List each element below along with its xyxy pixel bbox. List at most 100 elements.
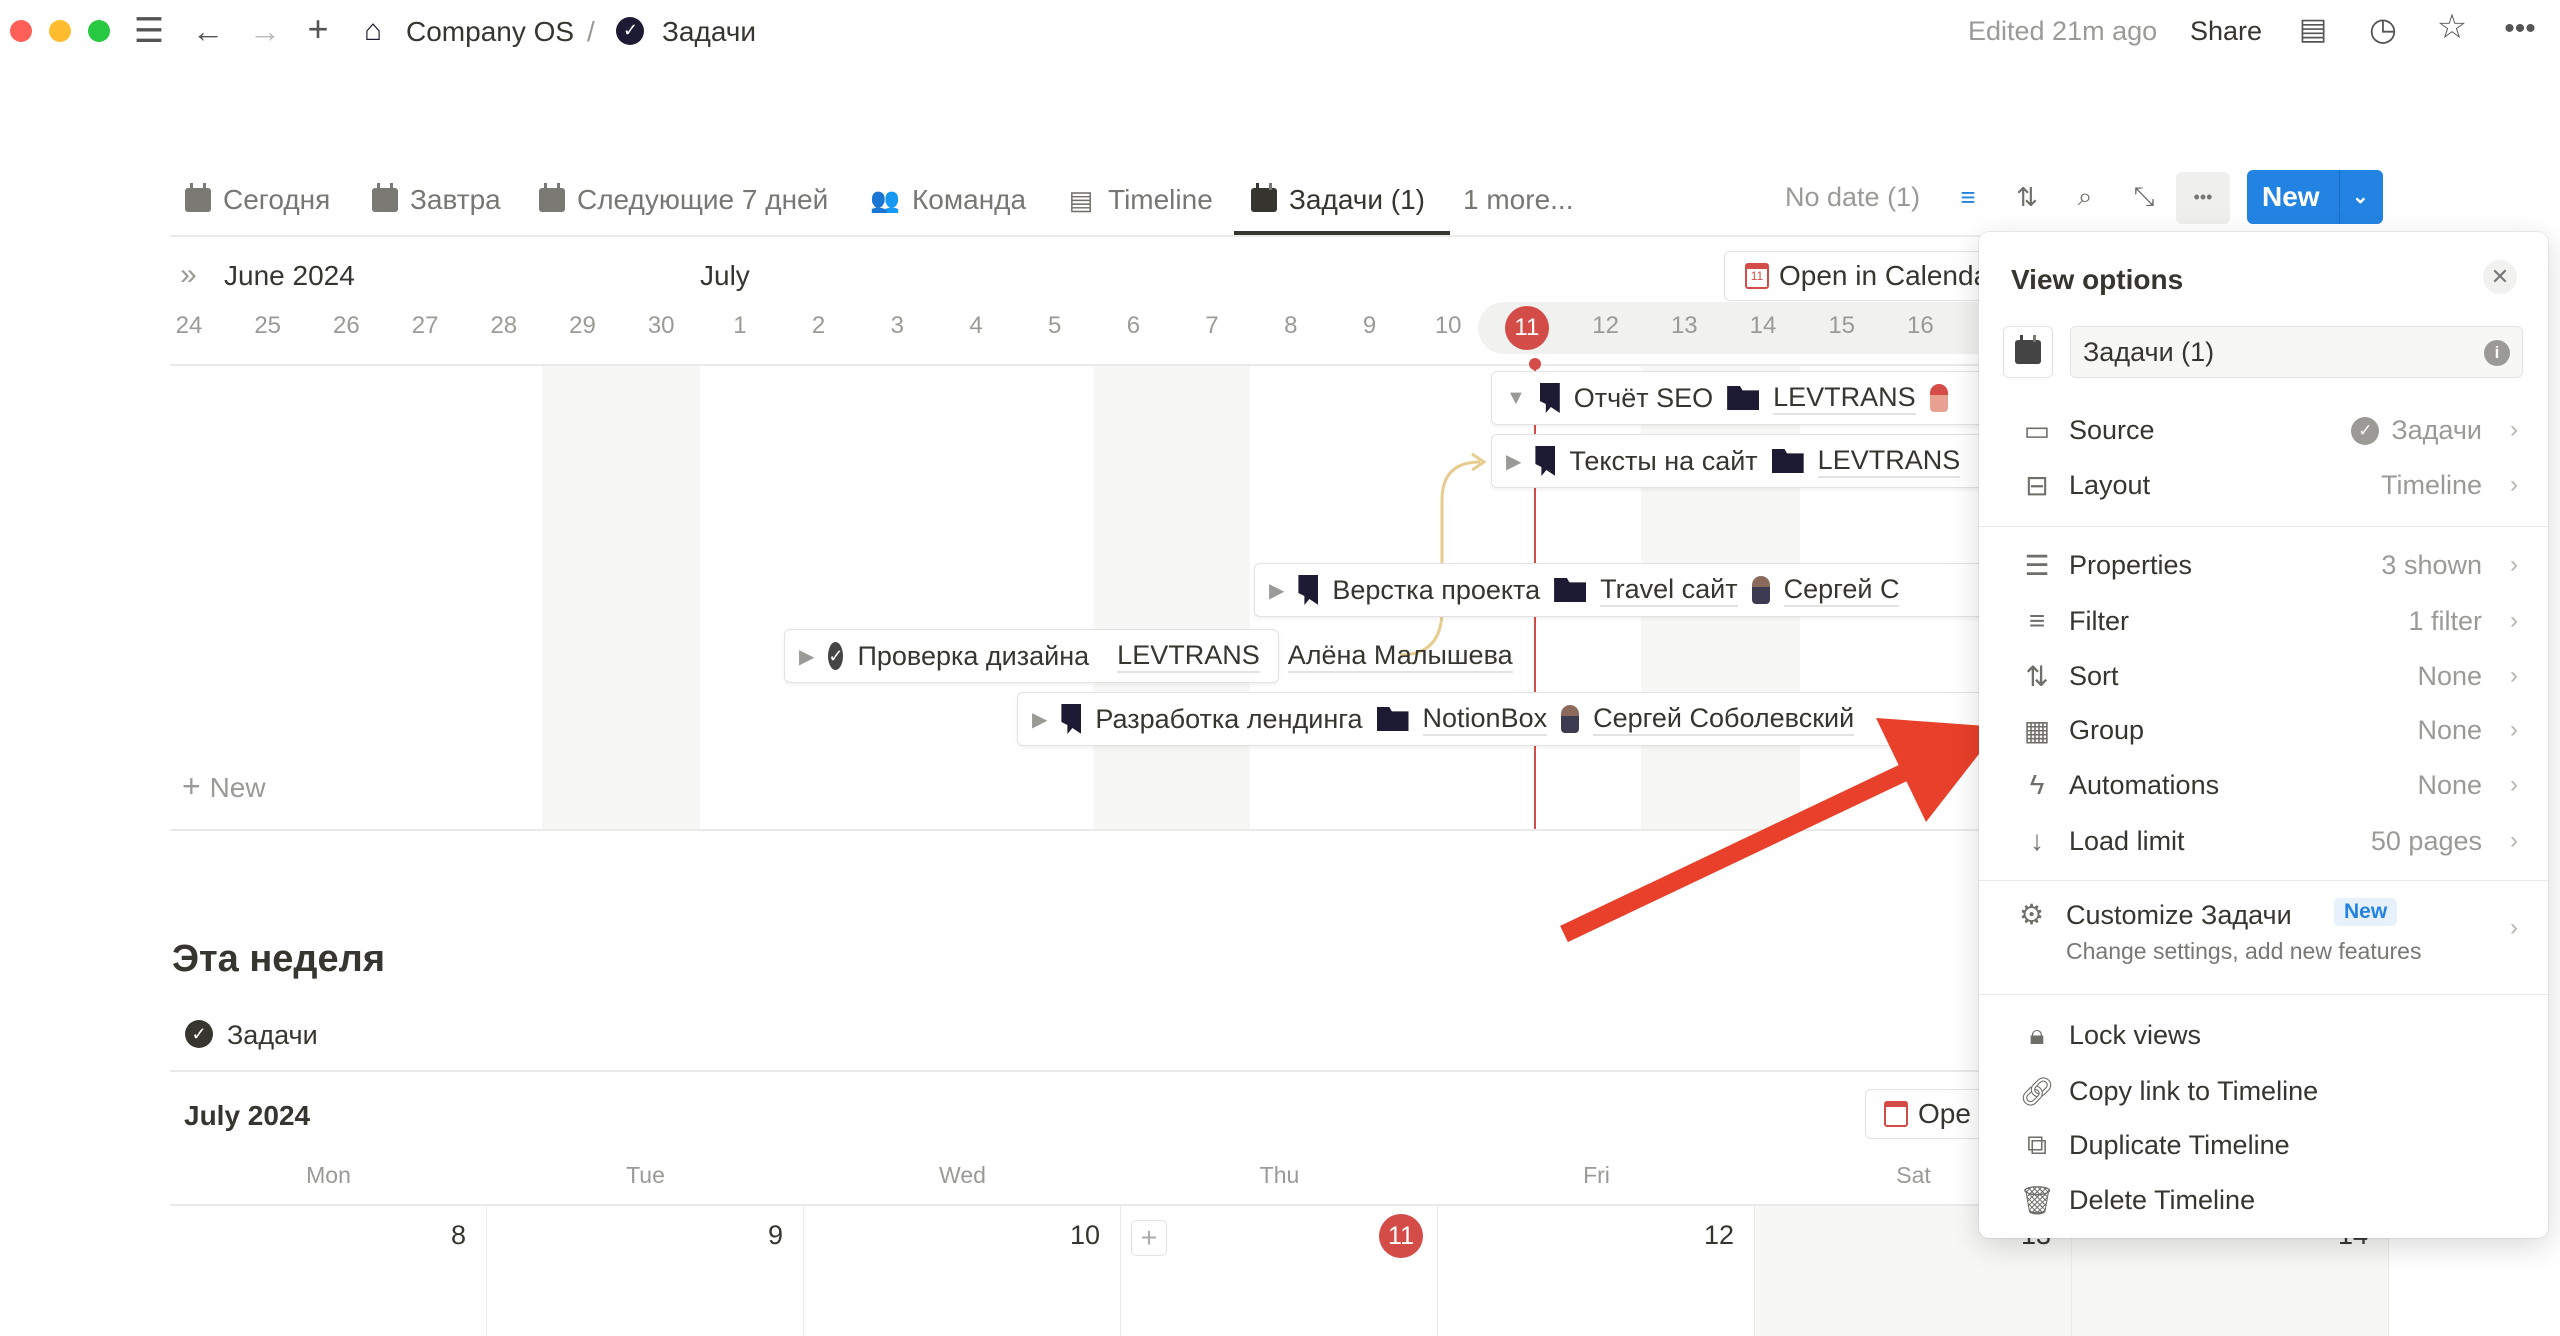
sort-icon[interactable]: ⇅ [2012, 182, 2042, 212]
menu-item-copy-link[interactable]: 🔗︎ Copy link to Timeline [1979, 1066, 2548, 1116]
breadcrumb-page[interactable]: Задачи [662, 16, 756, 48]
no-date-button[interactable]: No date (1) [1785, 182, 1920, 213]
tabs-divider [170, 235, 1980, 237]
menu-item-label: Load limit [2069, 825, 2185, 856]
expand-triangle-icon[interactable]: ▶ [1269, 578, 1284, 603]
menu-divider [1979, 994, 2548, 995]
menu-item-delete[interactable]: 🗑︎ Delete Timeline [1979, 1175, 2548, 1225]
expand-triangle-icon[interactable]: ▶ [1506, 449, 1521, 474]
item-assignee[interactable]: Сергей Соболевский [1593, 703, 1855, 736]
menu-item-duplicate[interactable]: ⧉ Duplicate Timeline [1979, 1120, 2548, 1170]
menu-item-group[interactable]: ▦ Group None › [1979, 705, 2548, 755]
item-project[interactable]: NotionBox [1422, 703, 1548, 736]
calendar-day-cell[interactable]: 9 [487, 1206, 804, 1336]
close-menu-button[interactable]: ✕ [2483, 260, 2517, 294]
minimize-window-button[interactable] [49, 20, 71, 42]
timeline-new-button[interactable]: + New [182, 768, 266, 805]
tab-today[interactable]: Сегодня [185, 180, 330, 220]
timeline-item[interactable]: ▶ Верстка проекта Travel сайт Сергей С [1254, 563, 2014, 617]
weekday-label: Wed [939, 1162, 986, 1188]
chevron-right-icon: › [2510, 551, 2518, 578]
history-icon[interactable]: ◷ [2368, 11, 2398, 47]
close-window-button[interactable] [10, 20, 32, 42]
chevron-right-icon: › [2510, 914, 2518, 941]
calendar-day-cell[interactable]: 8 [170, 1206, 487, 1336]
tab-tomorrow[interactable]: Завтра [372, 180, 501, 220]
tab-more[interactable]: 1 more... [1463, 180, 1573, 220]
item-assignee[interactable]: Алёна Малышева [1287, 640, 1513, 673]
calendar-icon [2015, 335, 2041, 364]
calendar-icon: 11 [1745, 263, 1769, 289]
sort-icon: ⇅ [2025, 660, 2049, 692]
new-dropdown-chevron-icon[interactable]: ⌄ [2339, 170, 2369, 224]
share-button[interactable]: Share [2190, 16, 2262, 47]
menu-item-label: Filter [2069, 605, 2129, 636]
expand-triangle-icon[interactable]: ▶ [799, 644, 814, 669]
menu-item-label: Automations [2069, 769, 2220, 800]
breadcrumb-workspace[interactable]: Company OS [406, 16, 574, 48]
info-icon[interactable]: i [2484, 340, 2510, 366]
expand-triangle-icon[interactable]: ▶ [1032, 707, 1047, 732]
view-name-input[interactable]: Задачи (1) i [2070, 326, 2523, 378]
view-options-menu: View options ✕ Задачи (1) i ▭ Source ✓ Задач… [1979, 232, 2548, 1238]
expand-icon[interactable]: ⤡ [2129, 181, 2159, 212]
tab-label: 1 more... [1463, 184, 1574, 215]
tab-timeline[interactable]: ▤ Timeline [1066, 180, 1213, 220]
day-number: 9 [767, 1220, 783, 1250]
add-event-plus-icon[interactable]: + [1131, 1220, 1167, 1256]
lock-icon: 🔒︎ [2029, 1018, 2045, 1050]
database-title[interactable]: Задачи [227, 1020, 318, 1051]
calendar-day-cell[interactable]: 10 [804, 1206, 1121, 1336]
filter-icon[interactable]: ≡ [1953, 182, 1983, 212]
menu-icon[interactable]: ☰ [134, 12, 164, 50]
timeline-item[interactable]: ▶ ✓ Проверка дизайна LEVTRANS Алёна Малышева [784, 629, 1513, 683]
tab-tasks[interactable]: Задачи (1) [1251, 180, 1425, 220]
tab-next-7-days[interactable]: Следующие 7 дней [539, 180, 828, 220]
menu-item-filter[interactable]: ≡ Filter 1 filter › [1979, 596, 2548, 646]
back-icon[interactable]: ← [192, 13, 224, 49]
menu-item-label: Source [2069, 414, 2155, 445]
calendar-day-cell[interactable]: 12 [1438, 1206, 1755, 1336]
menu-item-label: Sort [2069, 660, 2119, 691]
weekday-label: Thu [1259, 1162, 1300, 1188]
menu-item-value: 1 filter [2408, 605, 2482, 636]
comments-icon[interactable]: ▤ [2298, 13, 2328, 46]
timeline-date: 8 [1284, 312, 1298, 339]
timeline-date: 12 [1592, 312, 1619, 339]
timeline-date: 9 [1362, 312, 1377, 339]
calendar-day-cell[interactable]: +11 [1121, 1206, 1438, 1336]
open-in-calendar-button[interactable]: Ope [1865, 1089, 1995, 1139]
view-icon-button[interactable] [2003, 326, 2053, 378]
menu-item-automations[interactable]: ϟ Automations None › [1979, 760, 2548, 810]
gear-icon: ⚙ [2019, 899, 2045, 930]
more-icon[interactable]: ••• [2504, 12, 2536, 45]
timeline-item[interactable]: ▶ Тексты на сайт LEVTRANS [1491, 434, 2011, 488]
tab-team[interactable]: 👥 Команда [870, 180, 1026, 220]
plus-icon: + [182, 768, 210, 804]
new-button[interactable]: New ⌄ [2247, 170, 2383, 224]
timeline-item[interactable]: ▶ Разработка лендинга NotionBox Сергей Собо… [1017, 692, 2017, 746]
item-assignee[interactable]: Сергей С [1783, 574, 1900, 607]
add-icon[interactable]: + [303, 8, 333, 49]
more-options-button[interactable]: ••• [2176, 172, 2230, 224]
menu-item-lock-views[interactable]: 🔒︎ Lock views [1979, 1010, 2548, 1060]
weekend-column [542, 366, 700, 830]
timeline-item[interactable]: ▼ Отчёт SEO LEVTRANS [1491, 371, 2011, 425]
menu-item-source[interactable]: ▭ Source ✓ Задачи › [1979, 405, 2548, 455]
maximize-window-button[interactable] [88, 20, 110, 42]
collapse-triangle-icon[interactable]: ▼ [1506, 387, 1526, 410]
search-icon[interactable]: ⌕ [2070, 181, 2100, 212]
item-project[interactable]: LEVTRANS [1117, 640, 1260, 673]
forward-icon[interactable]: → [249, 13, 281, 49]
item-project[interactable]: Travel сайт [1600, 574, 1738, 607]
star-icon[interactable]: ☆ [2437, 8, 2467, 46]
chevron-right-icon: › [2510, 716, 2518, 743]
menu-item-load-limit[interactable]: ↓ Load limit 50 pages › [1979, 816, 2548, 866]
menu-item-properties[interactable]: ☰ Properties 3 shown › [1979, 540, 2548, 590]
menu-item-customize[interactable]: ⚙ Customize Задачи New Change settings, … [1979, 894, 2548, 972]
menu-item-sort[interactable]: ⇅ Sort None › [1979, 651, 2548, 701]
item-project[interactable]: LEVTRANS [1773, 382, 1916, 415]
menu-item-layout[interactable]: ⊟ Layout Timeline › [1979, 460, 2548, 510]
collapse-icon[interactable]: » [180, 258, 197, 292]
item-project[interactable]: LEVTRANS [1817, 445, 1961, 478]
